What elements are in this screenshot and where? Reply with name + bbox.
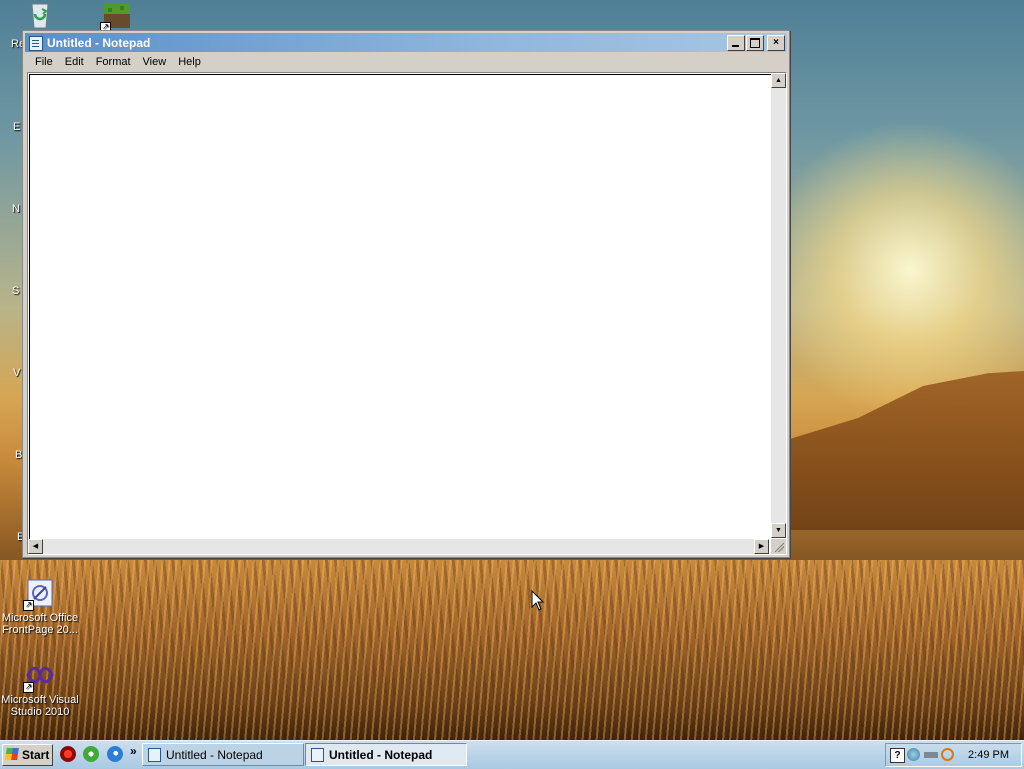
desktop-icon-minecraft[interactable]: ↗ [77,0,157,34]
scroll-left-icon[interactable]: ◀ [28,539,43,554]
notepad-window[interactable]: Untitled - Notepad × File Edit Format Vi… [22,30,790,558]
system-tray: ? 2:49 PM [885,743,1022,767]
quick-launch-chevron-icon[interactable]: » [130,744,137,758]
window-title: Untitled - Notepad [47,36,151,50]
taskbar-button-notepad-active[interactable]: Untitled - Notepad [305,743,467,766]
desktop-label-fragment: N [12,203,20,215]
desktop-icon-recycle-bin[interactable] [0,0,80,34]
clock[interactable]: 2:49 PM [968,749,1009,761]
taskbar: Start » Untitled - Notepad Untitled - No… [0,740,1024,769]
media-player-icon[interactable] [60,746,76,762]
frontpage-shortcut-icon: ↗ [23,578,55,611]
shortcut-arrow-icon: ↗ [23,682,34,693]
menu-edit[interactable]: Edit [59,56,90,68]
minimize-icon [732,45,739,47]
taskbar-button-label: Untitled - Notepad [329,748,433,762]
maximize-icon [750,38,760,48]
windows-logo-icon [5,748,19,760]
menu-file[interactable]: File [29,56,59,68]
desktop-icon-visual-studio[interactable]: ↗ Microsoft Visual Studio 2010 [0,660,80,718]
notepad-icon [29,36,43,51]
scroll-up-icon[interactable]: ▲ [771,73,786,88]
taskbar-button-notepad[interactable]: Untitled - Notepad [142,743,304,766]
globe-icon[interactable] [907,748,920,761]
messenger-icon[interactable] [83,746,99,762]
desktop-label-fragment: V [13,367,21,379]
start-button[interactable]: Start [2,744,53,766]
close-button[interactable]: × [767,35,785,51]
title-bar[interactable]: Untitled - Notepad × [25,33,787,52]
desktop-icon-frontpage[interactable]: ↗ Microsoft Office FrontPage 20... [0,578,80,636]
scroll-down-icon[interactable]: ▼ [771,523,786,538]
internet-explorer-icon[interactable] [107,746,123,762]
scroll-right-icon[interactable]: ▶ [754,539,769,554]
shortcut-arrow-icon: ↗ [23,600,34,611]
recycle-bin-icon [25,0,55,30]
caption-buttons: × [726,35,785,51]
visual-studio-shortcut-icon: ↗ [23,660,55,693]
menu-bar: File Edit Format View Help [25,53,787,71]
editor-frame: ▲ ▼ ◀ ▶ [27,72,787,555]
text-editor[interactable] [29,74,772,541]
vertical-scrollbar[interactable]: ▲ ▼ [771,73,786,538]
horizontal-scrollbar[interactable]: ◀ ▶ [28,539,769,554]
menu-view[interactable]: View [137,56,173,68]
notepad-icon [311,748,324,762]
help-icon[interactable]: ? [890,748,905,763]
search-icon[interactable] [941,748,954,761]
menu-help[interactable]: Help [172,56,207,68]
start-label: Start [22,748,50,762]
desktop-icon-label: Microsoft Office FrontPage 20... [1,612,79,636]
wallpaper-grass [0,560,1024,740]
notepad-icon [148,748,161,762]
network-icon[interactable] [924,752,938,758]
taskbar-button-label: Untitled - Notepad [166,748,263,762]
minecraft-shortcut-icon: ↗ [100,0,132,33]
desktop-label-fragment: S [12,285,20,297]
resize-grip-icon[interactable] [771,539,786,554]
maximize-button[interactable] [746,35,764,51]
desktop-icon-label: Microsoft Visual Studio 2010 [1,694,79,718]
menu-format[interactable]: Format [90,56,137,68]
close-icon: × [773,37,779,48]
minimize-button[interactable] [727,35,745,51]
desktop-label-fragment: E [13,121,21,133]
